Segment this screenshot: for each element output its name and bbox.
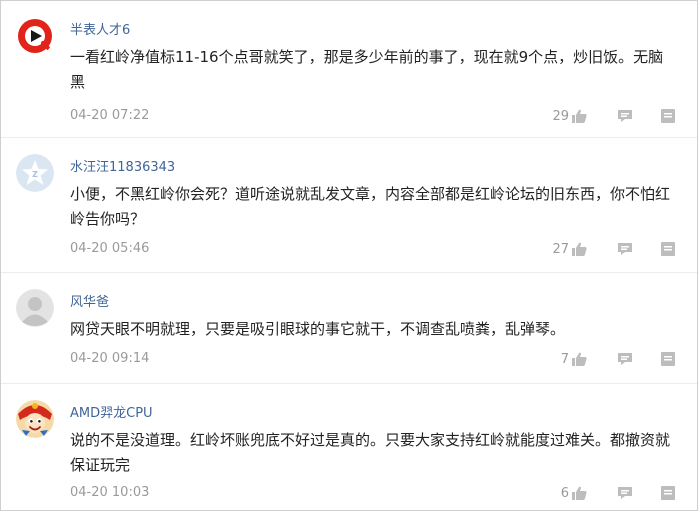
comment-time: 04-20 09:14	[70, 351, 150, 366]
comment-item: 风华爸 网贷天眼不明就理，只要是吸引眼球的事它就干，不调查乱喷粪，乱弹琴。 04…	[1, 273, 697, 384]
comment-actions: 27	[497, 241, 697, 261]
comment-item: 半表人才6 一看红岭净值标11-16个点哥就笑了，那是多少年前的事了，现在就9个…	[1, 1, 697, 138]
avatar[interactable]	[16, 400, 54, 438]
like-button[interactable]: 7	[560, 351, 587, 367]
like-button[interactable]: 6	[560, 485, 587, 501]
avatar[interactable]: Z	[16, 154, 54, 192]
comment-text: 一看红岭净值标11-16个点哥就笑了，那是多少年前的事了，现在就9个点，炒旧饭。…	[70, 48, 664, 91]
like-button[interactable]: 27	[552, 241, 587, 257]
comment-time: 04-20 10:03	[70, 485, 150, 500]
thumbs-up-icon	[572, 352, 587, 366]
avatar[interactable]	[16, 289, 54, 327]
like-count: 7	[560, 352, 569, 367]
comment-list: 半表人才6 一看红岭净值标11-16个点哥就笑了，那是多少年前的事了，现在就9个…	[0, 0, 698, 511]
reply-icon[interactable]	[617, 352, 633, 366]
username[interactable]: 半表人才6	[70, 19, 130, 38]
comment-text: 说的不是没道理。红岭坏账兜底不好过是真的。只要大家支持红岭就能度过难关。都撤资就…	[70, 431, 671, 474]
comment-actions: 29	[497, 108, 697, 128]
like-button[interactable]: 29	[552, 108, 587, 124]
reply-icon[interactable]	[617, 486, 633, 500]
default-person-icon	[16, 289, 54, 327]
comment-item: AMD羿龙CPU 说的不是没道理。红岭坏账兜底不好过是真的。只要大家支持红岭就能…	[1, 384, 697, 510]
thumbs-up-icon	[572, 486, 587, 500]
more-icon[interactable]	[661, 352, 675, 366]
more-icon[interactable]	[661, 109, 675, 123]
thumbs-up-icon	[572, 242, 587, 256]
username[interactable]: 风华爸	[70, 291, 109, 310]
reply-icon[interactable]	[617, 109, 633, 123]
star-avatar-icon: Z	[16, 154, 54, 192]
more-icon[interactable]	[661, 486, 675, 500]
like-count: 27	[552, 242, 569, 257]
svg-text:Z: Z	[32, 170, 38, 179]
thumbs-up-icon	[572, 109, 587, 123]
play-logo-icon	[16, 17, 54, 55]
reply-icon[interactable]	[617, 242, 633, 256]
comment-time: 04-20 07:22	[70, 108, 150, 123]
comment-time: 04-20 05:46	[70, 241, 150, 256]
username[interactable]: AMD羿龙CPU	[70, 402, 153, 421]
comment-text: 网贷天眼不明就理，只要是吸引眼球的事它就干，不调查乱喷粪，乱弹琴。	[70, 320, 566, 338]
username[interactable]: 水汪汪11836343	[70, 156, 175, 175]
comment-item: Z 水汪汪11836343 小便，不黑红岭你会死？道听途说就乱发文章，内容全部都…	[1, 138, 697, 273]
more-icon[interactable]	[661, 242, 675, 256]
comment-actions: 6	[497, 485, 697, 505]
avatar[interactable]	[16, 17, 54, 55]
like-count: 29	[552, 109, 569, 124]
comment-actions: 7	[497, 351, 697, 371]
like-count: 6	[560, 486, 569, 501]
comment-text: 小便，不黑红岭你会死？道听途说就乱发文章，内容全部都是红岭论坛的旧东西，你不怕红…	[70, 185, 671, 228]
cartoon-character-icon	[16, 400, 54, 438]
